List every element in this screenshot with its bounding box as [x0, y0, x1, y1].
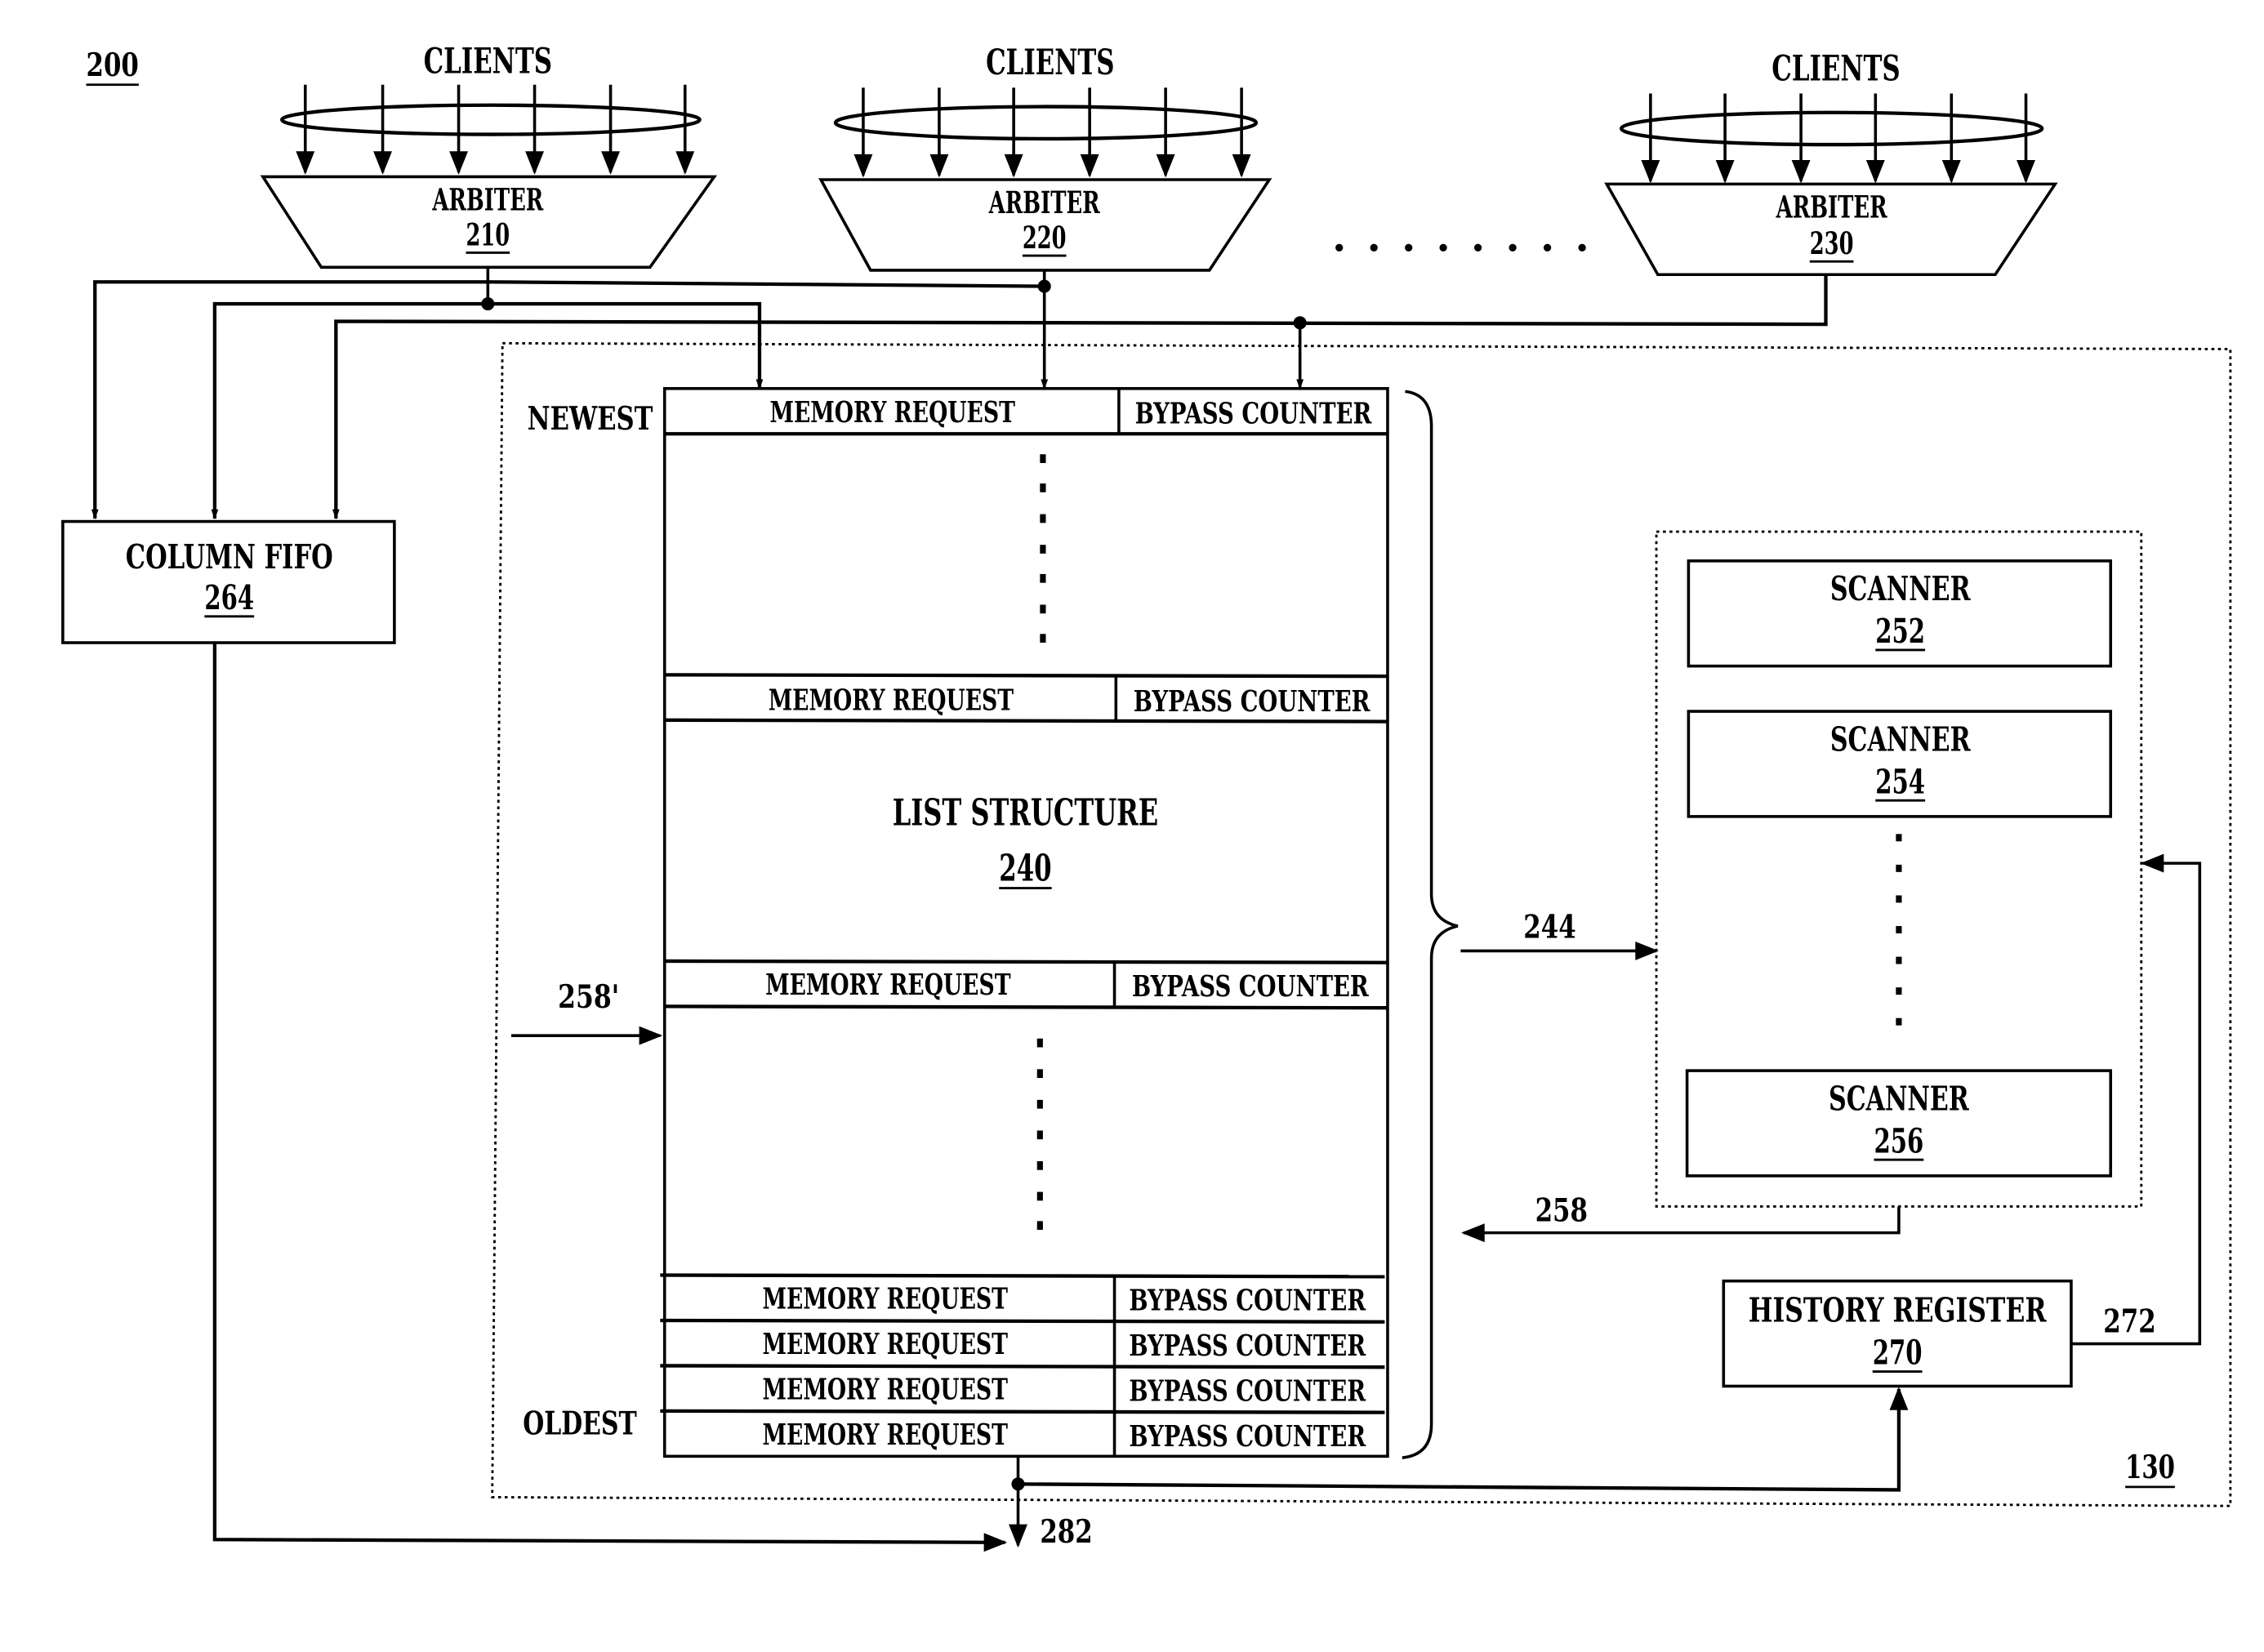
- bypass-counter-cell: BYPASS COUNTER: [1132, 969, 1369, 1004]
- list-brace: [1402, 390, 1459, 1459]
- memory-request-cell: MEMORY REQUEST: [763, 1282, 1009, 1316]
- bypass-counter-cell: BYPASS COUNTER: [1129, 1283, 1366, 1317]
- more-arbiters-ellipsis: ........: [1332, 213, 1589, 261]
- bypass-counter-cell: BYPASS COUNTER: [1134, 684, 1370, 719]
- bypass-counter-cell: BYPASS COUNTER: [1135, 397, 1372, 431]
- scanner-254[interactable]: SCANNER 254: [1687, 710, 2113, 818]
- clients-bundle-ellipse: [1619, 110, 2044, 147]
- memory-request-cell: MEMORY REQUEST: [763, 1373, 1009, 1407]
- bypass-counter-cell: BYPASS COUNTER: [1129, 1329, 1366, 1363]
- signal-258-label: 258: [1535, 1191, 1588, 1229]
- scanner-254-label: SCANNER: [1830, 719, 1971, 759]
- signal-282-label: 282: [1040, 1513, 1092, 1551]
- controller-ref-130: 130: [2125, 1449, 2175, 1486]
- memory-request-cell: MEMORY REQUEST: [765, 968, 1011, 1002]
- scanners-ellipsis: [1896, 834, 1902, 1026]
- oldest-label: OLDEST: [523, 1405, 636, 1442]
- list-structure-label: LIST STRUCTURE: [893, 791, 1158, 835]
- memory-controller-diagram: 200 CLIENTS ARBITER 210 CLIENTS ARBITER …: [61, 41, 2232, 1552]
- column-fifo-label: COLUMN FIFO: [126, 537, 333, 577]
- arbiter-group-210: CLIENTS ARBITER 210: [260, 41, 717, 269]
- scanner-252-ref: 252: [1875, 611, 1925, 651]
- signal-244-label: 244: [1523, 908, 1575, 946]
- clients-bundle-ellipse: [280, 103, 702, 136]
- scanner-256-ref: 256: [1874, 1120, 1924, 1160]
- client-arrows: [296, 84, 695, 175]
- scanner-256-label: SCANNER: [1829, 1078, 1969, 1118]
- arbiter-210-label: ARBITER: [432, 182, 544, 218]
- clients-label: CLIENTS: [424, 41, 552, 82]
- column-fifo-ref: 264: [204, 577, 254, 617]
- list-structure-240[interactable]: NEWEST OLDEST MEMORY REQUEST BYPASS COUN…: [523, 387, 1389, 1458]
- scanner-252[interactable]: SCANNER 252: [1687, 559, 2113, 668]
- arbiter-group-220: CLIENTS ARBITER 220: [818, 42, 1272, 272]
- list-structure-ref: 240: [999, 847, 1051, 890]
- history-register-ref: 270: [1873, 1333, 1923, 1373]
- clients-label: CLIENTS: [986, 42, 1114, 83]
- arbiter-230-ref: 230: [1810, 225, 1854, 261]
- client-arrows: [853, 87, 1251, 178]
- memory-request-cell: MEMORY REQUEST: [763, 1327, 1009, 1361]
- client-arrows: [1641, 93, 2035, 184]
- arbiter-220-label: ARBITER: [988, 185, 1100, 220]
- arbiter-220-ref: 220: [1023, 220, 1067, 256]
- signal-258-prime-label: 258': [558, 978, 619, 1016]
- arbiter-230-label: ARBITER: [1776, 189, 1887, 225]
- history-register-label: HISTORY REGISTER: [1749, 1290, 2047, 1330]
- memory-request-cell: MEMORY REQUEST: [769, 683, 1014, 717]
- memory-request-cell: MEMORY REQUEST: [769, 395, 1015, 430]
- bypass-counter-cell: BYPASS COUNTER: [1129, 1419, 1366, 1454]
- figure-ref-200: 200: [87, 47, 139, 84]
- arbiter-group-230: CLIENTS ARBITER 230: [1604, 48, 2058, 277]
- clients-label: CLIENTS: [1772, 48, 1900, 89]
- newest-label: NEWEST: [528, 400, 653, 438]
- signal-272-label: 272: [2103, 1302, 2155, 1340]
- scanner-256[interactable]: SCANNER 256: [1685, 1069, 2113, 1178]
- bypass-counter-cell: BYPASS COUNTER: [1129, 1374, 1366, 1408]
- clients-bundle-ellipse: [833, 105, 1259, 141]
- signal-258-arrow: [1461, 1206, 1901, 1243]
- arbiter-210-ref: 210: [466, 216, 510, 252]
- memory-request-cell: MEMORY REQUEST: [763, 1418, 1009, 1452]
- history-register-270[interactable]: HISTORY REGISTER 270: [1722, 1279, 2073, 1388]
- scanner-252-label: SCANNER: [1830, 568, 1971, 608]
- scanner-254-ref: 254: [1875, 761, 1925, 801]
